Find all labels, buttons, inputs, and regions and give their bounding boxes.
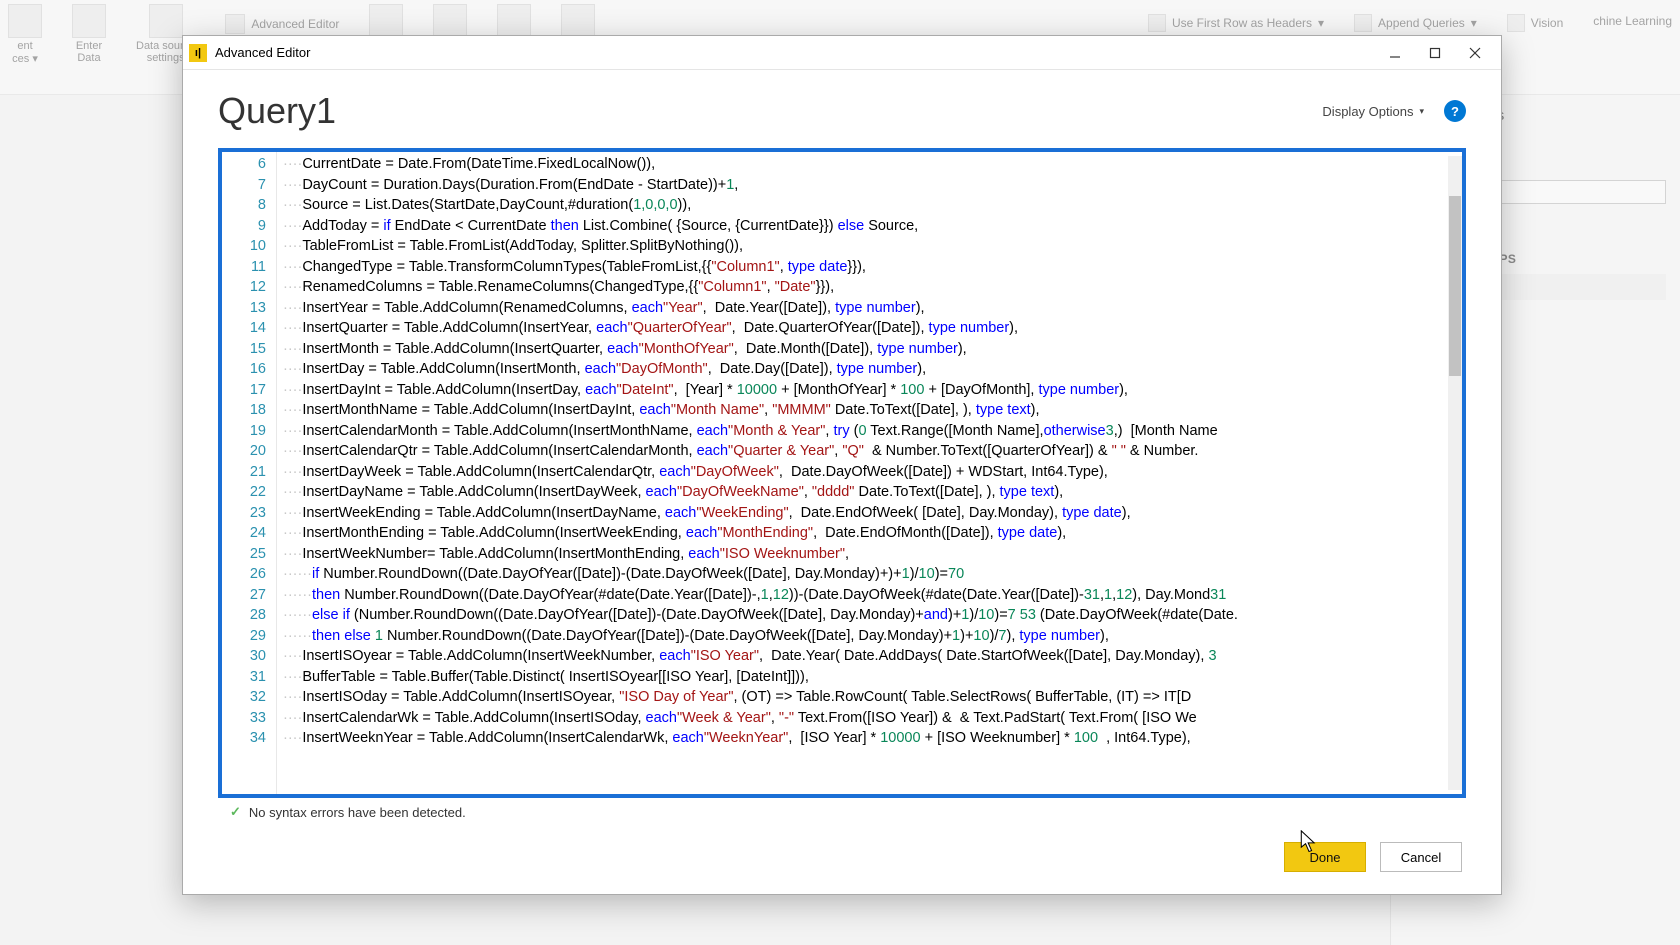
minimize-button[interactable] — [1375, 38, 1415, 68]
dialog-titlebar: ı| Advanced Editor — [183, 36, 1501, 70]
code-editor[interactable]: 6789101112131415161718192021222324252627… — [218, 148, 1466, 798]
maximize-button[interactable] — [1415, 38, 1455, 68]
done-button[interactable]: Done — [1284, 842, 1366, 872]
line-number-gutter: 6789101112131415161718192021222324252627… — [222, 152, 277, 794]
display-options-dropdown[interactable]: Display Options — [1322, 104, 1424, 119]
help-button[interactable]: ? — [1444, 100, 1466, 122]
check-icon: ✓ — [230, 804, 241, 820]
power-bi-icon: ı| — [189, 44, 207, 62]
code-content[interactable]: ····CurrentDate = Date.From(DateTime.Fix… — [277, 152, 1462, 794]
dialog-title-text: Advanced Editor — [215, 45, 310, 60]
cancel-button[interactable]: Cancel — [1380, 842, 1462, 872]
syntax-status-text: No syntax errors have been detected. — [249, 805, 466, 820]
scrollbar-thumb[interactable] — [1449, 196, 1461, 376]
close-button[interactable] — [1455, 38, 1495, 68]
editor-scrollbar[interactable] — [1448, 156, 1462, 790]
advanced-editor-dialog: ı| Advanced Editor Query1 Display Option… — [182, 35, 1502, 895]
syntax-status-row: ✓ No syntax errors have been detected. — [218, 798, 1466, 824]
query-name-heading: Query1 — [218, 90, 1322, 132]
